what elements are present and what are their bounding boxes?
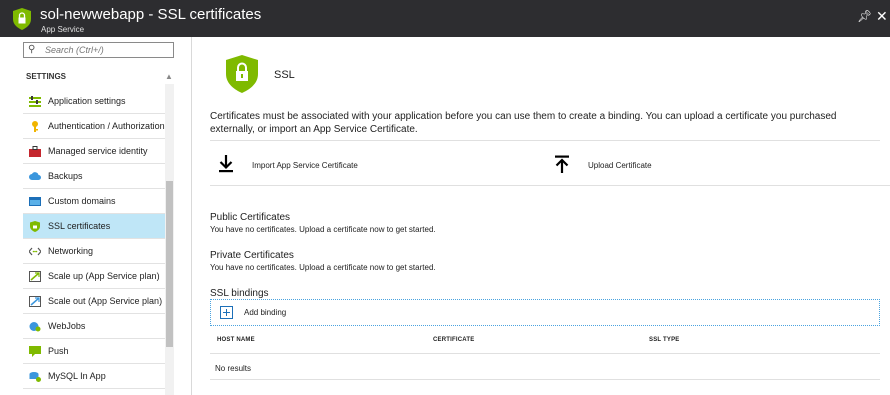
add-binding-button[interactable]: Add binding (210, 299, 880, 326)
divider (210, 185, 890, 186)
cloud-backup-icon (29, 172, 41, 180)
import-certificate-label: Import App Service Certificate (252, 161, 358, 170)
sidebar-item-custom-domains[interactable]: Custom domains (23, 189, 165, 214)
column-header-ssl-type: SSL TYPE (649, 337, 680, 343)
scrollbar-thumb[interactable] (166, 181, 173, 347)
shield-icon (30, 221, 40, 232)
main-content: SSL Certificates must be associated with… (193, 37, 890, 395)
page-title: SSL (274, 69, 295, 81)
sidebar-item-label: Authentication / Authorization (48, 121, 165, 131)
upload-certificate-label: Upload Certificate (588, 161, 652, 170)
section-title-settings: SETTINGS (26, 72, 67, 81)
sidebar-item-label: Application settings (48, 96, 126, 106)
sidebar-item-label: Scale up (App Service plan) (48, 271, 160, 281)
search-icon: ⚲ (28, 44, 36, 55)
sidebar-item-mysql[interactable]: MySQL In App (23, 364, 165, 389)
sidebar-item-scale-up[interactable]: Scale up (App Service plan) (23, 264, 165, 289)
private-certificates-title: Private Certificates (210, 250, 294, 261)
divider (210, 140, 880, 141)
scale-up-icon (29, 271, 41, 282)
search-box[interactable]: ⚲ (23, 42, 174, 58)
public-certificates-title: Public Certificates (210, 212, 291, 223)
sidebar-item-networking[interactable]: Networking (23, 239, 165, 264)
application-settings-icon (29, 96, 41, 107)
column-header-host-name: HOST NAME (217, 337, 255, 343)
blade-subtitle: App Service (41, 25, 85, 34)
sidebar-item-label: Networking (48, 246, 94, 256)
sidebar-item-label: Push (48, 346, 69, 356)
sidebar-item-managed-identity[interactable]: Managed service identity (23, 139, 165, 164)
sidebar: ⚲ SETTINGS ▲ Application settings Authen… (0, 37, 192, 395)
upload-icon (555, 155, 569, 173)
scroll-up-arrow-icon[interactable]: ▲ (165, 72, 173, 81)
import-certificate-button[interactable]: Import App Service Certificate (218, 155, 378, 175)
ssl-shield-icon (226, 55, 258, 93)
webjobs-icon (29, 322, 41, 332)
close-icon[interactable]: ✕ (876, 8, 888, 25)
sidebar-item-label: WebJobs (48, 321, 86, 331)
column-header-certificate: CERTIFICATE (433, 337, 475, 343)
sidebar-item-ssl-certificates[interactable]: SSL certificates (23, 214, 165, 239)
app-service-shield-icon (13, 8, 31, 30)
push-icon (29, 346, 41, 357)
sidebar-item-authentication[interactable]: Authentication / Authorization (23, 114, 165, 139)
empty-table-message: No results (215, 364, 252, 373)
public-certificates-text: You have no certificates. Upload a certi… (210, 225, 436, 234)
networking-icon (29, 247, 41, 256)
download-icon (219, 155, 233, 173)
pin-icon[interactable]: 📌︎ (857, 9, 872, 23)
sidebar-item-label: Backups (48, 171, 83, 181)
add-binding-label: Add binding (244, 308, 287, 317)
sidebar-item-scale-out[interactable]: Scale out (App Service plan) (23, 289, 165, 314)
key-icon (32, 121, 38, 132)
upload-certificate-button[interactable]: Upload Certificate (554, 155, 664, 175)
sidebar-item-label: Scale out (App Service plan) (48, 296, 163, 306)
title-bar: sol-newwebapp - SSL certificates App Ser… (0, 0, 890, 37)
sidebar-item-label: Managed service identity (48, 146, 148, 156)
toolbox-icon (29, 146, 41, 157)
scale-out-icon (29, 296, 41, 307)
description-text: Certificates must be associated with you… (210, 111, 837, 135)
sidebar-item-application-settings[interactable]: Application settings (23, 89, 165, 114)
private-certificates-text: You have no certificates. Upload a certi… (210, 263, 436, 272)
plus-icon (220, 306, 233, 319)
mysql-icon (29, 372, 41, 382)
sidebar-item-label: MySQL In App (48, 371, 106, 381)
table-row-divider (210, 379, 880, 380)
sidebar-item-label: Custom domains (48, 196, 116, 206)
sidebar-item-backups[interactable]: Backups (23, 164, 165, 189)
domain-icon (29, 197, 41, 206)
ssl-bindings-title: SSL bindings (210, 288, 269, 299)
blade-title: sol-newwebapp - SSL certificates (40, 6, 262, 23)
sidebar-item-webjobs[interactable]: WebJobs (23, 314, 165, 339)
sidebar-item-push[interactable]: Push (23, 339, 165, 364)
search-input[interactable] (45, 44, 171, 56)
table-header-divider (210, 353, 880, 354)
sidebar-item-label: SSL certificates (48, 221, 111, 231)
